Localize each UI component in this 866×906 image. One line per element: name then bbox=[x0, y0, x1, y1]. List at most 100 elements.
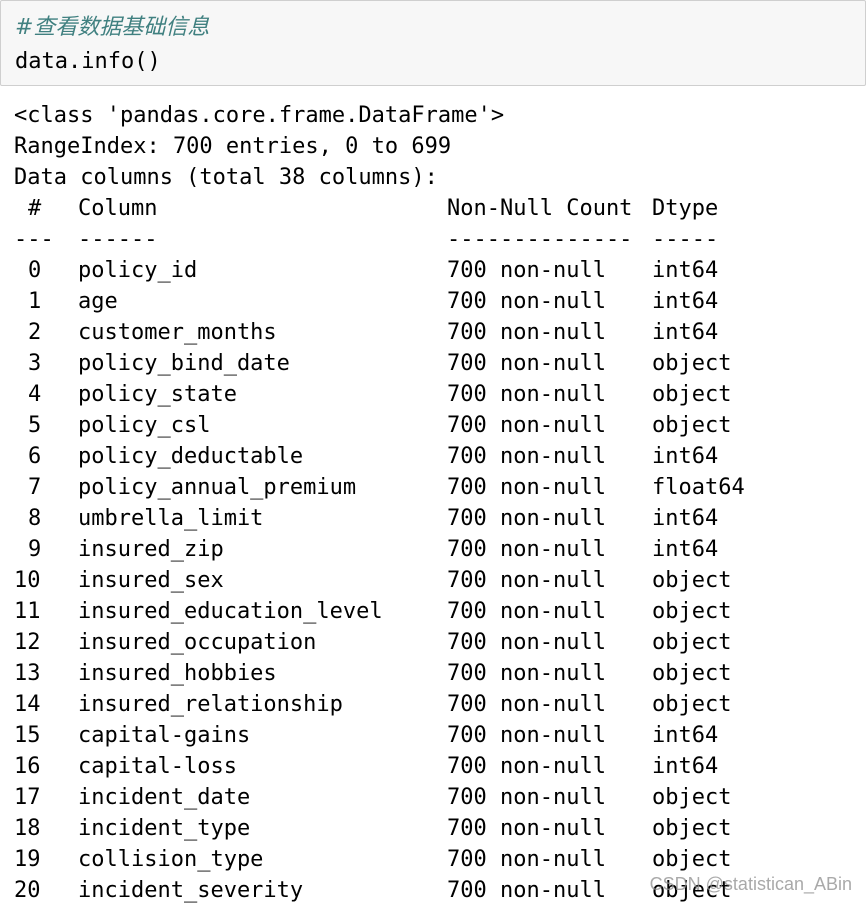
row-non-null-count: 700 non-null bbox=[447, 537, 606, 562]
row-column-name: insured_education_level bbox=[78, 599, 383, 624]
row-non-null-count: 700 non-null bbox=[447, 661, 606, 686]
row-non-null-count: 700 non-null bbox=[447, 413, 606, 438]
row-non-null-count: 700 non-null bbox=[447, 444, 606, 469]
row-dtype: object bbox=[652, 847, 732, 872]
row-dtype: object bbox=[652, 413, 732, 438]
table-row: 11 insured_education_level 700 non-null obj… bbox=[14, 596, 866, 627]
table-row: 16 capital-loss 700 non-null int64 bbox=[14, 751, 866, 782]
row-dtype: object bbox=[652, 568, 732, 593]
output-columns-summary: Data columns (total 38 columns): bbox=[14, 165, 438, 190]
header-num: # bbox=[28, 196, 42, 221]
row-dtype: object bbox=[652, 692, 732, 717]
watermark: CSDN @statistican_ABin bbox=[649, 874, 852, 894]
code-input-cell[interactable]: #查看数据基础信息 data.info() bbox=[0, 0, 866, 86]
row-non-null-count: 700 non-null bbox=[447, 475, 606, 500]
row-num: 5 bbox=[28, 413, 42, 438]
row-dtype: int64 bbox=[652, 444, 719, 469]
row-num: 18 bbox=[14, 816, 41, 841]
table-row: 8 umbrella_limit 700 non-null int64 bbox=[14, 503, 866, 534]
row-num: 12 bbox=[14, 630, 41, 655]
table-row: 18 incident_type 700 non-null object bbox=[14, 813, 866, 844]
row-num: 4 bbox=[28, 382, 42, 407]
table-row: 15 capital-gains 700 non-null int64 bbox=[14, 720, 866, 751]
row-dtype: object bbox=[652, 382, 732, 407]
table-body: 0 policy_id 700 non-null int64 1 age 700 non-n… bbox=[14, 255, 866, 906]
row-non-null-count: 700 non-null bbox=[447, 506, 606, 531]
row-dtype: int64 bbox=[652, 258, 719, 283]
row-non-null-count: 700 non-null bbox=[447, 785, 606, 810]
row-num: 2 bbox=[28, 320, 42, 345]
code-comment: #查看数据基础信息 bbox=[15, 15, 210, 40]
cell-output: <class 'pandas.core.frame.DataFrame'> Ra… bbox=[14, 100, 866, 906]
table-row: 7 policy_annual_premium 700 non-null float6… bbox=[14, 472, 866, 503]
row-column-name: capital-loss bbox=[78, 754, 237, 779]
row-num: 16 bbox=[14, 754, 41, 779]
row-dtype: object bbox=[652, 785, 732, 810]
row-non-null-count: 700 non-null bbox=[447, 289, 606, 314]
row-dtype: int64 bbox=[652, 537, 719, 562]
row-num: 17 bbox=[14, 785, 41, 810]
table-row: 12 insured_occupation 700 non-null object bbox=[14, 627, 866, 658]
row-dtype: int64 bbox=[652, 506, 719, 531]
table-row: 14 insured_relationship 700 non-null object bbox=[14, 689, 866, 720]
header-non-null-count: Non-Null Count bbox=[447, 196, 633, 221]
table-row: 6 policy_deductable 700 non-null int64 bbox=[14, 441, 866, 472]
table-row: 0 policy_id 700 non-null int64 bbox=[14, 255, 866, 286]
header-column: Column bbox=[78, 196, 158, 221]
row-column-name: capital-gains bbox=[78, 723, 251, 748]
table-row: 10 insured_sex 700 non-null object bbox=[14, 565, 866, 596]
row-column-name: customer_months bbox=[78, 320, 277, 345]
row-num: 8 bbox=[28, 506, 42, 531]
row-non-null-count: 700 non-null bbox=[447, 568, 606, 593]
row-column-name: policy_csl bbox=[78, 413, 211, 438]
row-column-name: incident_severity bbox=[78, 878, 304, 903]
row-column-name: incident_date bbox=[78, 785, 251, 810]
row-num: 10 bbox=[14, 568, 41, 593]
row-dtype: object bbox=[652, 599, 732, 624]
row-num: 13 bbox=[14, 661, 41, 686]
row-column-name: insured_hobbies bbox=[78, 661, 277, 686]
row-dtype: object bbox=[652, 351, 732, 376]
row-num: 14 bbox=[14, 692, 41, 717]
row-num: 1 bbox=[28, 289, 42, 314]
separator-dtype: ----- bbox=[652, 227, 719, 252]
row-non-null-count: 700 non-null bbox=[447, 816, 606, 841]
row-non-null-count: 700 non-null bbox=[447, 878, 606, 903]
row-column-name: policy_id bbox=[78, 258, 198, 283]
row-non-null-count: 700 non-null bbox=[447, 847, 606, 872]
table-separator-row: --- ------ -------------- ----- bbox=[14, 224, 866, 255]
row-num: 3 bbox=[28, 351, 42, 376]
row-column-name: policy_state bbox=[78, 382, 237, 407]
output-range-index: RangeIndex: 700 entries, 0 to 699 bbox=[14, 134, 452, 159]
row-num: 15 bbox=[14, 723, 41, 748]
row-column-name: insured_sex bbox=[78, 568, 224, 593]
row-non-null-count: 700 non-null bbox=[447, 692, 606, 717]
row-dtype: object bbox=[652, 661, 732, 686]
table-row: 1 age 700 non-null int64 bbox=[14, 286, 866, 317]
row-non-null-count: 700 non-null bbox=[447, 258, 606, 283]
row-column-name: umbrella_limit bbox=[78, 506, 264, 531]
table-row: 19 collision_type 700 non-null object bbox=[14, 844, 866, 875]
row-column-name: insured_zip bbox=[78, 537, 224, 562]
table-row: 13 insured_hobbies 700 non-null object bbox=[14, 658, 866, 689]
row-non-null-count: 700 non-null bbox=[447, 754, 606, 779]
row-num: 0 bbox=[28, 258, 42, 283]
row-column-name: insured_relationship bbox=[78, 692, 343, 717]
row-non-null-count: 700 non-null bbox=[447, 382, 606, 407]
row-non-null-count: 700 non-null bbox=[447, 599, 606, 624]
separator-num: --- bbox=[14, 227, 54, 252]
table-row: 5 policy_csl 700 non-null object bbox=[14, 410, 866, 441]
header-dtype: Dtype bbox=[652, 196, 719, 221]
row-dtype: int64 bbox=[652, 289, 719, 314]
row-dtype: int64 bbox=[652, 320, 719, 345]
table-row: 9 insured_zip 700 non-null int64 bbox=[14, 534, 866, 565]
separator-count: -------------- bbox=[447, 227, 633, 252]
row-dtype: object bbox=[652, 630, 732, 655]
row-column-name: policy_deductable bbox=[78, 444, 304, 469]
output-class-line: <class 'pandas.core.frame.DataFrame'> bbox=[14, 103, 505, 128]
row-column-name: incident_type bbox=[78, 816, 251, 841]
table-header-row: # Column Non-Null Count Dtype bbox=[14, 193, 866, 224]
row-num: 7 bbox=[28, 475, 42, 500]
row-dtype: int64 bbox=[652, 754, 719, 779]
row-column-name: policy_bind_date bbox=[78, 351, 290, 376]
